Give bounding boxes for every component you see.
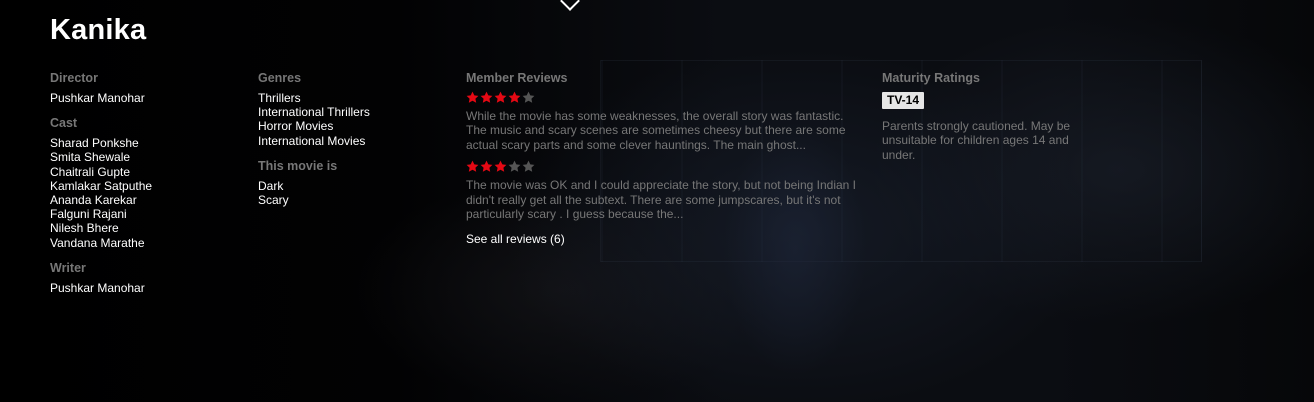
movie-details-panel: Kanika Director Pushkar Manohar Cast Sha… <box>0 0 1314 402</box>
reviews-column: Member Reviews While the movie has some … <box>466 71 866 248</box>
director-list: Pushkar Manohar <box>50 91 240 105</box>
writer-list: Pushkar Manohar <box>50 281 240 295</box>
cast-list: Sharad Ponkshe Smita Shewale Chaitrali G… <box>50 136 240 250</box>
star-rating <box>466 91 866 105</box>
cast-member[interactable]: Smita Shewale <box>50 150 240 164</box>
cast-link[interactable]: Sharad Ponkshe <box>50 136 139 150</box>
cast-member[interactable]: Nilesh Bhere <box>50 221 240 235</box>
genres-label: Genres <box>258 71 302 85</box>
cast-link[interactable]: Nilesh Bhere <box>50 221 119 235</box>
maturity-rating-description: Parents strongly cautioned. May be unsui… <box>882 119 1071 162</box>
star-filled-icon <box>494 91 507 104</box>
maturity-column: Maturity Ratings TV-14 Parents strongly … <box>882 71 1082 162</box>
cast-section: Cast Sharad Ponkshe Smita Shewale Chaitr… <box>50 116 240 250</box>
chevron-down-icon[interactable] <box>560 0 580 11</box>
review-item: The movie was OK and I could appreciate … <box>466 160 866 221</box>
writer-label: Writer <box>50 260 86 275</box>
cast-member[interactable]: Chaitrali Gupte <box>50 165 240 179</box>
movie-is-label: This movie is <box>258 158 338 173</box>
star-empty-icon <box>522 160 535 173</box>
movie-is-list: Dark Scary <box>258 179 448 207</box>
cast-link[interactable]: Ananda Karekar <box>50 193 137 207</box>
genres-list: Thrillers International Thrillers Horror… <box>258 91 448 148</box>
star-filled-icon <box>466 160 479 173</box>
star-empty-icon <box>522 91 535 104</box>
cast-member[interactable]: Kamlakar Satputhe <box>50 179 240 193</box>
writer-name[interactable]: Pushkar Manohar <box>50 281 240 295</box>
genres-column: Genres Thrillers International Thrillers… <box>258 71 448 207</box>
director-name[interactable]: Pushkar Manohar <box>50 91 240 105</box>
cast-member[interactable]: Sharad Ponkshe <box>50 136 240 150</box>
genre-item[interactable]: International Thrillers <box>258 105 448 119</box>
star-rating <box>466 160 866 174</box>
cast-link[interactable]: Kamlakar Satputhe <box>50 179 152 193</box>
tag-item[interactable]: Scary <box>258 193 448 207</box>
genre-item[interactable]: Thrillers <box>258 91 448 105</box>
genre-item[interactable]: International Movies <box>258 134 448 148</box>
director-link[interactable]: Pushkar Manohar <box>50 91 145 105</box>
star-filled-icon <box>508 91 521 104</box>
cast-link[interactable]: Vandana Marathe <box>50 236 145 250</box>
star-filled-icon <box>466 91 479 104</box>
cast-label: Cast <box>50 116 78 131</box>
cast-member[interactable]: Falguni Rajani <box>50 207 240 221</box>
genre-link[interactable]: International Movies <box>258 134 365 148</box>
maturity-rating-badge: TV-14 <box>882 92 925 109</box>
credits-column: Director Pushkar Manohar Cast Sharad Pon… <box>50 71 240 295</box>
see-all-reviews-link[interactable]: See all reviews (6) <box>466 232 565 246</box>
reviews-label: Member Reviews <box>466 71 568 85</box>
maturity-label: Maturity Ratings <box>882 71 980 85</box>
movie-title: Kanika <box>50 14 147 46</box>
writer-link[interactable]: Pushkar Manohar <box>50 281 145 295</box>
cast-link[interactable]: Falguni Rajani <box>50 207 127 221</box>
star-filled-icon <box>494 160 507 173</box>
genre-item[interactable]: Horror Movies <box>258 119 448 133</box>
director-section: Director Pushkar Manohar <box>50 71 240 105</box>
tag-item[interactable]: Dark <box>258 179 448 193</box>
genre-link[interactable]: Horror Movies <box>258 119 333 133</box>
movie-is-section: This movie is Dark Scary <box>258 159 448 207</box>
cast-member[interactable]: Ananda Karekar <box>50 193 240 207</box>
writer-section: Writer Pushkar Manohar <box>50 261 240 295</box>
cast-link[interactable]: Chaitrali Gupte <box>50 165 130 179</box>
genre-link[interactable]: Thrillers <box>258 91 301 105</box>
star-empty-icon <box>508 160 521 173</box>
star-filled-icon <box>480 160 493 173</box>
cast-link[interactable]: Smita Shewale <box>50 150 130 164</box>
genres-section: Genres Thrillers International Thrillers… <box>258 71 448 148</box>
star-filled-icon <box>480 91 493 104</box>
director-label: Director <box>50 71 98 85</box>
review-text: The movie was OK and I could appreciate … <box>466 178 857 222</box>
tag-link[interactable]: Dark <box>258 179 283 193</box>
tag-link[interactable]: Scary <box>258 193 289 207</box>
genre-link[interactable]: International Thrillers <box>258 105 370 119</box>
review-item: While the movie has some weaknesses, the… <box>466 91 866 152</box>
cast-member[interactable]: Vandana Marathe <box>50 236 240 250</box>
review-text: While the movie has some weaknesses, the… <box>466 109 846 152</box>
